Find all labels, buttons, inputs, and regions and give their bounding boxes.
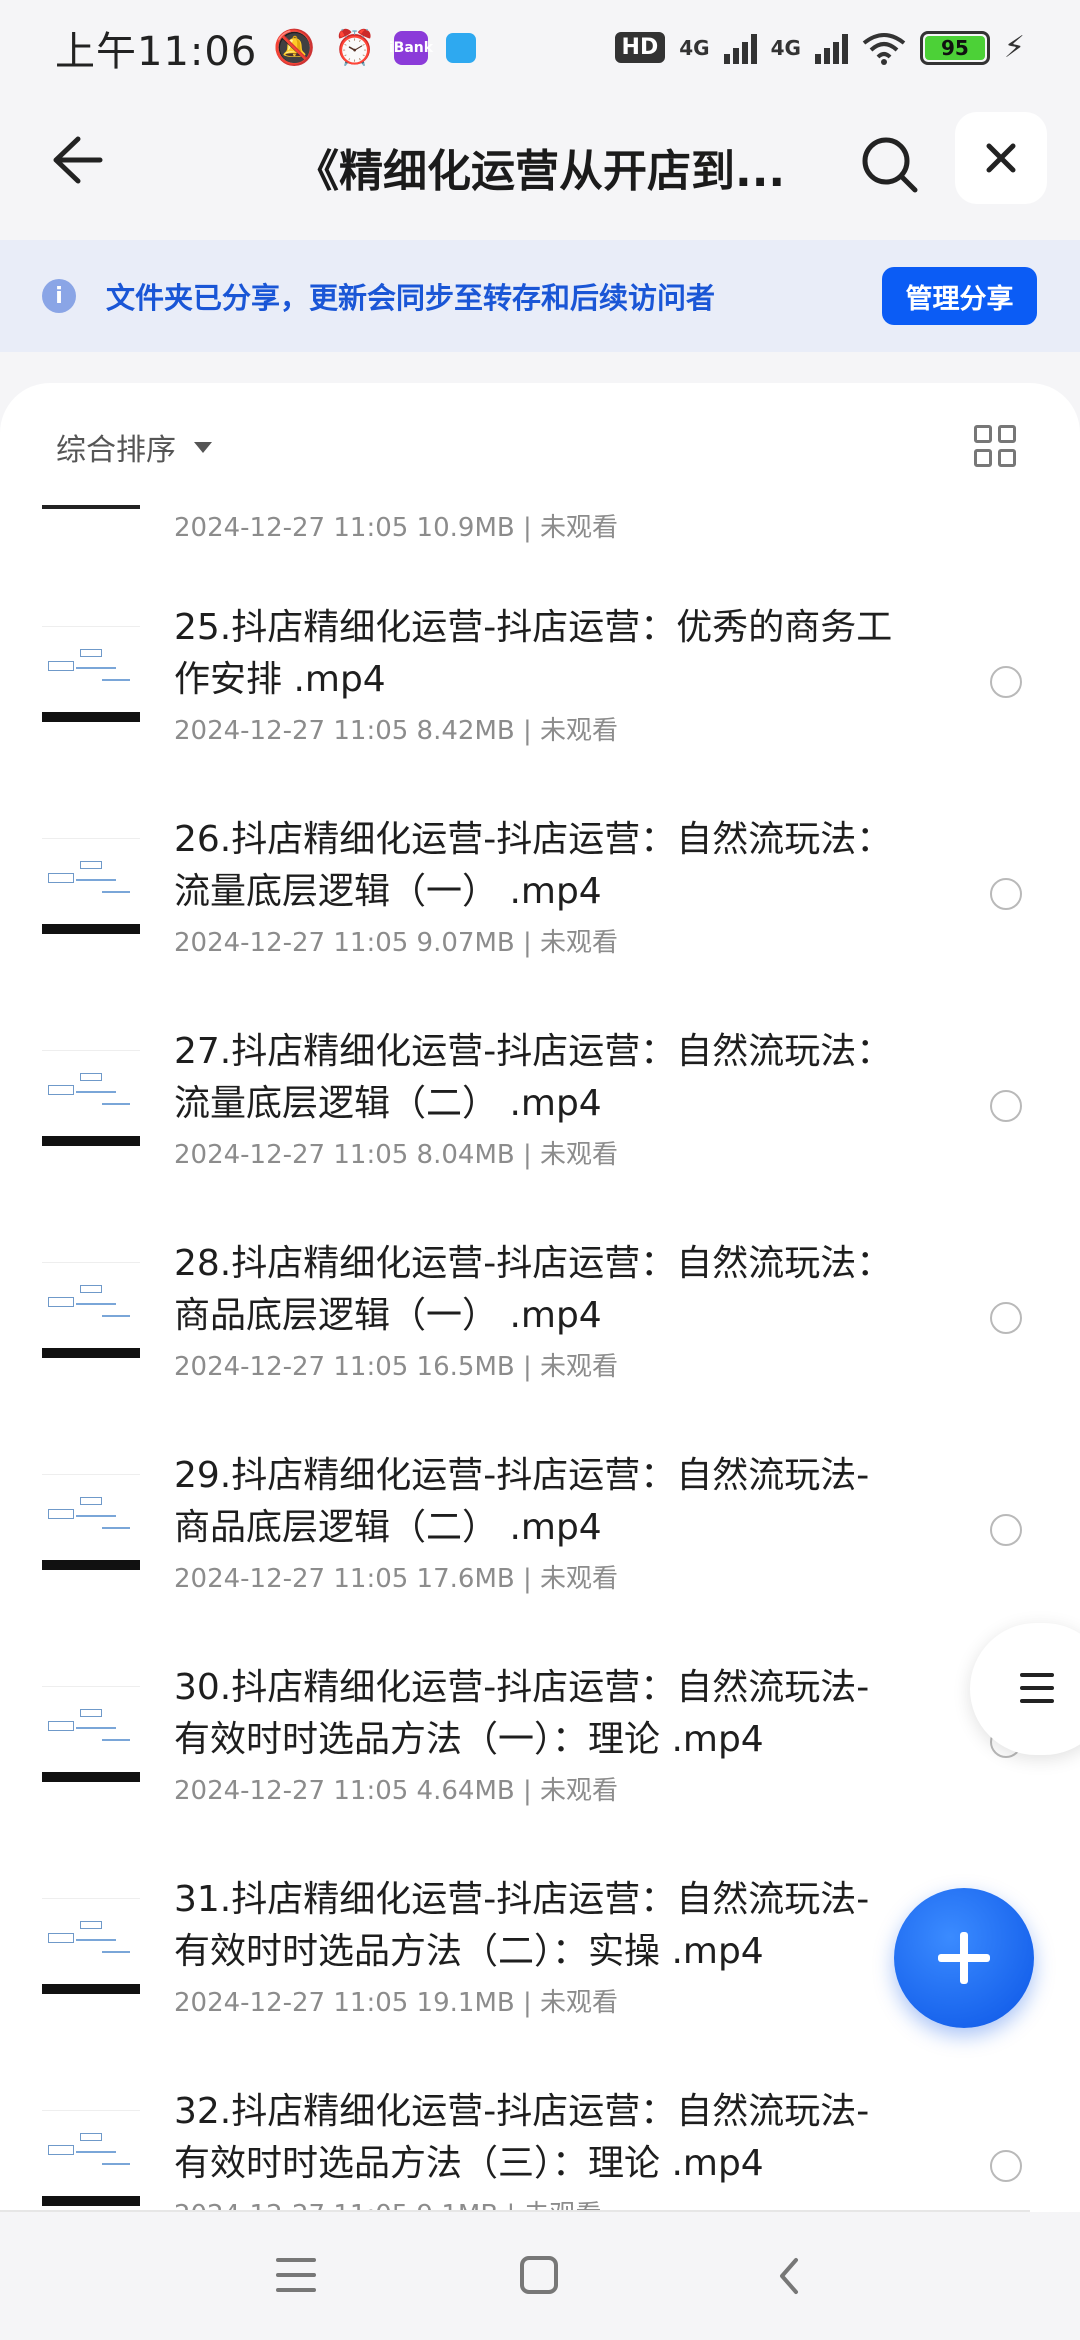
file-name: 32.抖店精细化运营-抖店运营：自然流玩法-有效时时选品方法（三）：理论 .mp… bbox=[174, 2091, 870, 2184]
file-meta: 2024-12-27 11:05 9.07MB | 未观看 bbox=[174, 928, 619, 958]
file-meta: 2024-12-27 11:05 4.64MB | 未观看 bbox=[174, 1776, 619, 1806]
manage-share-button[interactable]: 管理分享 bbox=[882, 267, 1037, 325]
system-nav-bar bbox=[0, 2212, 1080, 2340]
battery-level: 95 bbox=[924, 35, 985, 60]
mute-icon: 🔕 bbox=[273, 27, 316, 68]
select-radio[interactable] bbox=[990, 1514, 1022, 1546]
list-item[interactable]: 32.抖店精细化运营-抖店运营：自然流玩法-有效时时选品方法（三）：理论 .mp… bbox=[0, 2080, 1080, 2213]
status-notification-icons: 🔕 ⏰ iBank bbox=[273, 28, 476, 68]
charging-icon: ⚡ bbox=[1003, 30, 1025, 65]
back-icon[interactable] bbox=[770, 2256, 810, 2296]
video-thumbnail bbox=[42, 1898, 140, 1994]
share-banner: i 文件夹已分享，更新会同步至转存和后续访问者 管理分享 bbox=[0, 240, 1080, 352]
page-title: 《精细化运营从开店到... bbox=[295, 146, 785, 197]
list-item[interactable]: 30.抖店精细化运营-抖店运营：自然流玩法-有效时时选品方法（一）：理论 .mp… bbox=[0, 1656, 1080, 1868]
list-item[interactable]: 25.抖店精细化运营-抖店运营：优秀的商务工作安排 .mp4 2024-12-27… bbox=[0, 596, 1080, 808]
file-name: 28.抖店精细化运营-抖店运营：自然流玩法：商品底层逻辑（一） .mp4 bbox=[174, 1243, 893, 1336]
signal-icon-1 bbox=[723, 32, 757, 64]
video-thumbnail bbox=[42, 1262, 140, 1358]
list-item[interactable]: 26.抖店精细化运营-抖店运营：自然流玩法：流量底层逻辑（一） .mp4 2024… bbox=[0, 808, 1080, 1020]
network-type-2: 4G bbox=[770, 35, 801, 60]
close-button[interactable] bbox=[955, 112, 1047, 204]
file-meta: 2024-12-27 11:05 19.1MB | 未观看 bbox=[174, 1988, 619, 2018]
wifi-icon bbox=[862, 32, 906, 65]
file-meta: 2024-12-27 11:05 17.6MB | 未观看 bbox=[174, 1564, 619, 1594]
menu-icon bbox=[1020, 1673, 1054, 1712]
sort-label: 综合排序 bbox=[56, 433, 176, 468]
network-type-1: 4G bbox=[679, 35, 710, 60]
bank-app-icon: iBank bbox=[389, 30, 433, 65]
status-system-icons: HD 4G 4G 95 ⚡ bbox=[614, 30, 1025, 65]
file-name: 31.抖店精细化运营-抖店运营：自然流玩法-有效时时选品方法（二）：实操 .mp… bbox=[174, 1879, 870, 1972]
video-thumbnail bbox=[42, 838, 140, 934]
sort-dropdown[interactable]: 综合排序 bbox=[56, 425, 212, 469]
file-meta: 2024-12-27 11:05 8.04MB | 未观看 bbox=[174, 1140, 619, 1170]
home-icon[interactable] bbox=[520, 2256, 558, 2294]
video-thumbnail bbox=[42, 1686, 140, 1782]
info-icon: i bbox=[42, 279, 76, 313]
list-item[interactable]: 29.抖店精细化运营-抖店运营：自然流玩法-商品底层逻辑（二） .mp4 2024… bbox=[0, 1444, 1080, 1656]
caret-down-icon bbox=[194, 441, 212, 453]
file-name: 27.抖店精细化运营-抖店运营：自然流玩法：流量底层逻辑（二） .mp4 bbox=[174, 1031, 893, 1124]
video-thumbnail bbox=[42, 501, 140, 509]
select-radio[interactable] bbox=[990, 1090, 1022, 1122]
file-name: 25.抖店精细化运营-抖店运营：优秀的商务工作安排 .mp4 bbox=[174, 607, 893, 700]
select-radio[interactable] bbox=[990, 1302, 1022, 1334]
select-radio[interactable] bbox=[990, 666, 1022, 698]
signal-icon-2 bbox=[814, 32, 848, 64]
video-thumbnail bbox=[42, 1474, 140, 1570]
battery-icon: 95 bbox=[919, 30, 990, 65]
select-radio[interactable] bbox=[990, 2150, 1022, 2182]
app-notification-icon bbox=[445, 32, 476, 63]
arrow-left-icon[interactable] bbox=[40, 125, 110, 195]
file-name: 29.抖店精细化运营-抖店运营：自然流玩法-商品底层逻辑（二） .mp4 bbox=[174, 1455, 870, 1548]
list-item-partial[interactable]: 2024-12-27 11:05 10.9MB | 未观看 bbox=[0, 501, 1080, 553]
status-bar: 上午11:06 🔕 ⏰ iBank HD 4G 4G 95 ⚡ bbox=[0, 0, 1080, 95]
app-header: 《精细化运营从开店到... bbox=[0, 95, 1080, 240]
video-thumbnail bbox=[42, 626, 140, 722]
file-meta: 2024-12-27 11:05 10.9MB | 未观看 bbox=[174, 513, 619, 543]
add-button[interactable] bbox=[894, 1888, 1034, 2028]
alarm-icon: ⏰ bbox=[333, 27, 376, 68]
status-time: 上午11:06 bbox=[55, 28, 258, 75]
close-icon bbox=[986, 143, 1016, 173]
hd-icon: HD bbox=[614, 32, 666, 63]
grid-view-icon[interactable] bbox=[974, 425, 1016, 467]
file-name: 26.抖店精细化运营-抖店运营：自然流玩法：流量底层逻辑（一） .mp4 bbox=[174, 819, 893, 912]
file-name: 30.抖店精细化运营-抖店运营：自然流玩法-有效时时选品方法（一）：理论 .mp… bbox=[174, 1667, 870, 1760]
video-thumbnail bbox=[42, 2110, 140, 2206]
search-icon[interactable] bbox=[855, 130, 925, 200]
share-banner-text: 文件夹已分享，更新会同步至转存和后续访问者 bbox=[106, 281, 716, 315]
list-item[interactable]: 28.抖店精细化运营-抖店运营：自然流玩法：商品底层逻辑（一） .mp4 2024… bbox=[0, 1232, 1080, 1444]
video-thumbnail bbox=[42, 1050, 140, 1146]
recent-apps-icon[interactable] bbox=[276, 2258, 316, 2303]
list-item[interactable]: 27.抖店精细化运营-抖店运营：自然流玩法：流量底层逻辑（二） .mp4 2024… bbox=[0, 1020, 1080, 1232]
file-meta: 2024-12-27 11:05 8.42MB | 未观看 bbox=[174, 716, 619, 746]
file-meta: 2024-12-27 11:05 16.5MB | 未观看 bbox=[174, 1352, 619, 1382]
select-radio[interactable] bbox=[990, 878, 1022, 910]
